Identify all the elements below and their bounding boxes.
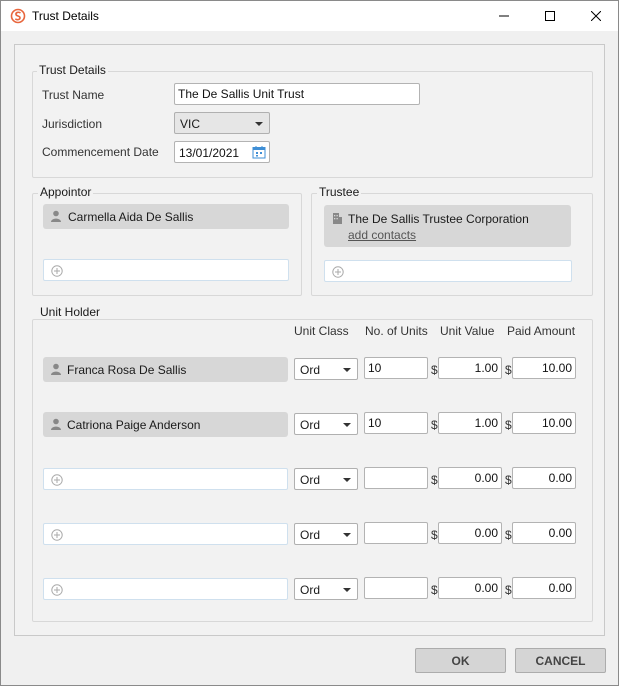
col-unit-class: Unit Class	[294, 324, 349, 338]
cancel-button[interactable]: CANCEL	[515, 648, 606, 673]
appointor-add-slot[interactable]	[43, 259, 289, 281]
appointor-title: Appointor	[38, 185, 94, 199]
units-input-5[interactable]	[364, 577, 428, 599]
jurisdiction-value: VIC	[180, 117, 201, 131]
add-circle-icon	[51, 474, 63, 486]
chevron-down-icon	[343, 533, 351, 537]
col-no-of-units: No. of Units	[365, 324, 428, 338]
trustee-title: Trustee	[317, 185, 362, 199]
paid-amount-input-4[interactable]	[512, 522, 576, 544]
trust-name-input[interactable]	[174, 83, 420, 105]
unit-class-select-3[interactable]: Ord	[294, 468, 358, 490]
commencement-date-label: Commencement Date	[42, 145, 159, 159]
units-input-1[interactable]	[364, 357, 428, 379]
unit-class-value: Ord	[300, 583, 321, 597]
trustee-name: The De Sallis Trustee Corporation	[348, 212, 529, 226]
dialog-window: Trust Details Trust Details Trust Name J…	[0, 0, 619, 686]
trust-details-title: Trust Details	[37, 63, 108, 77]
paid-amount-input-2[interactable]	[512, 412, 576, 434]
ok-button[interactable]: OK	[415, 648, 506, 673]
add-contacts-link[interactable]: add contacts	[348, 228, 416, 242]
maximize-icon	[545, 11, 555, 21]
add-circle-icon	[332, 266, 344, 278]
close-icon	[591, 11, 601, 21]
trustee-add-slot[interactable]	[324, 260, 572, 282]
units-input-2[interactable]	[364, 412, 428, 434]
unit-value-input-4[interactable]	[438, 522, 502, 544]
minimize-icon	[499, 15, 509, 17]
unit-class-value: Ord	[300, 528, 321, 542]
unit-value-input-2[interactable]	[438, 412, 502, 434]
person-icon	[51, 210, 61, 222]
unit-class-select-1[interactable]: Ord	[294, 358, 358, 380]
paid-amount-input-1[interactable]	[512, 357, 576, 379]
paid-amount-input-5[interactable]	[512, 577, 576, 599]
currency-symbol: $	[505, 363, 512, 377]
currency-symbol: $	[505, 473, 512, 487]
unit-class-select-5[interactable]: Ord	[294, 578, 358, 600]
chevron-down-icon	[343, 588, 351, 592]
building-icon	[333, 213, 342, 224]
person-icon	[51, 418, 61, 430]
unit-holder-chip-2[interactable]: Catriona Paige Anderson	[43, 412, 288, 437]
unit-value-input-1[interactable]	[438, 357, 502, 379]
unit-holder-add-slot-4[interactable]	[43, 523, 288, 545]
add-circle-icon	[51, 529, 63, 541]
chevron-down-icon	[343, 423, 351, 427]
person-icon	[51, 363, 61, 375]
unit-class-value: Ord	[300, 473, 321, 487]
content-panel: Trust Details Trust Name Jurisdiction VI…	[14, 44, 605, 636]
currency-symbol: $	[505, 583, 512, 597]
currency-symbol: $	[431, 583, 438, 597]
col-unit-value: Unit Value	[440, 324, 495, 338]
currency-symbol: $	[431, 418, 438, 432]
unit-holder-name-1: Franca Rosa De Sallis	[67, 363, 187, 377]
commencement-date-value: 13/01/2021	[179, 146, 240, 160]
unit-class-select-4[interactable]: Ord	[294, 523, 358, 545]
add-circle-icon	[51, 584, 63, 596]
unit-holder-add-slot-5[interactable]	[43, 578, 288, 600]
appointor-name: Carmella Aida De Sallis	[68, 210, 194, 224]
jurisdiction-select[interactable]: VIC	[174, 112, 270, 134]
units-input-3[interactable]	[364, 467, 428, 489]
title-bar: Trust Details	[1, 1, 618, 31]
currency-symbol: $	[505, 418, 512, 432]
unit-class-value: Ord	[300, 418, 321, 432]
units-input-4[interactable]	[364, 522, 428, 544]
close-button[interactable]	[573, 1, 619, 31]
paid-amount-input-3[interactable]	[512, 467, 576, 489]
unit-value-input-3[interactable]	[438, 467, 502, 489]
unit-holder-chip-1[interactable]: Franca Rosa De Sallis	[43, 357, 288, 382]
window-title: Trust Details	[32, 9, 99, 23]
app-logo-icon	[10, 8, 26, 24]
chevron-down-icon	[343, 478, 351, 482]
jurisdiction-label: Jurisdiction	[42, 117, 103, 131]
unit-class-value: Ord	[300, 363, 321, 377]
currency-symbol: $	[505, 528, 512, 542]
unit-value-input-5[interactable]	[438, 577, 502, 599]
unit-holder-name-2: Catriona Paige Anderson	[67, 418, 201, 432]
minimize-button[interactable]	[481, 1, 527, 31]
unit-class-select-2[interactable]: Ord	[294, 413, 358, 435]
maximize-button[interactable]	[527, 1, 573, 31]
calendar-icon[interactable]	[252, 145, 266, 159]
appointor-chip[interactable]: Carmella Aida De Sallis	[43, 204, 289, 229]
commencement-date-input[interactable]: 13/01/2021	[174, 141, 270, 163]
chevron-down-icon	[343, 368, 351, 372]
trustee-chip[interactable]: The De Sallis Trustee Corporation add co…	[324, 205, 571, 247]
currency-symbol: $	[431, 528, 438, 542]
trust-name-label: Trust Name	[42, 88, 105, 102]
unit-holder-add-slot-3[interactable]	[43, 468, 288, 490]
add-circle-icon	[51, 265, 63, 277]
unit-holder-title: Unit Holder	[38, 305, 103, 319]
currency-symbol: $	[431, 473, 438, 487]
chevron-down-icon	[255, 122, 263, 126]
col-paid-amount: Paid Amount	[507, 324, 576, 338]
currency-symbol: $	[431, 363, 438, 377]
